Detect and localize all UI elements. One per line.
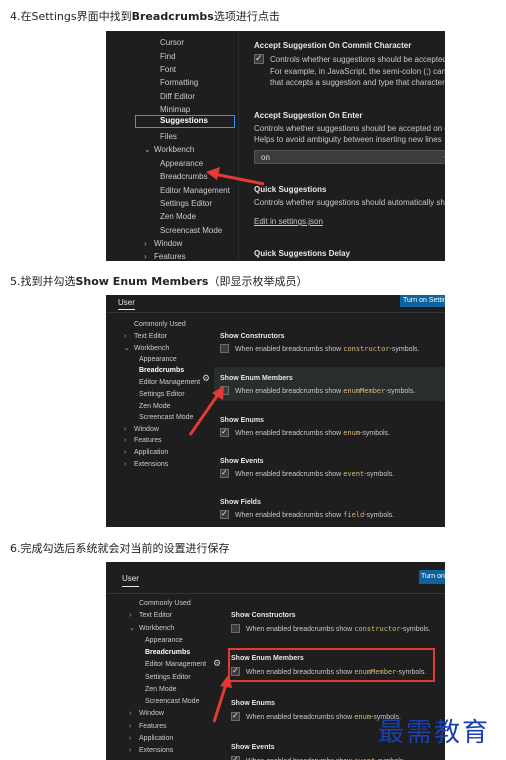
step-5-keyword: Show Enum Members <box>75 275 209 288</box>
settings-screenshot-1: Cursor Find Font Formatting Diff Editor … <box>106 31 445 261</box>
step-6-text: 6.完成勾选后系统就会对当前的设置进行保存 <box>10 542 230 555</box>
settings-screenshot-2: User Turn on Settings Commonly Used ›Tex… <box>106 295 445 527</box>
step-5-text-end: （即显示枚举成员） <box>208 275 308 288</box>
step-4-caption: 4.在Settings界面中找到Breadcrumbs选项进行点击 <box>10 8 280 24</box>
watermark-logo: 最需教育 <box>378 718 491 748</box>
step-5-caption: 5.找到并勾选Show Enum Members（即显示枚举成员） <box>10 273 307 289</box>
step-5-text: 5.找到并勾选 <box>10 275 76 288</box>
step-6-caption: 6.完成勾选后系统就会对当前的设置进行保存 <box>10 540 230 556</box>
step-4-text-end: 选项进行点击 <box>213 10 280 23</box>
red-arrow-icon <box>206 167 265 186</box>
red-arrow-icon <box>188 386 224 436</box>
step-4-keyword: Breadcrumbs <box>131 10 214 23</box>
step-4-text: 4.在Settings界面中找到 <box>10 10 132 23</box>
